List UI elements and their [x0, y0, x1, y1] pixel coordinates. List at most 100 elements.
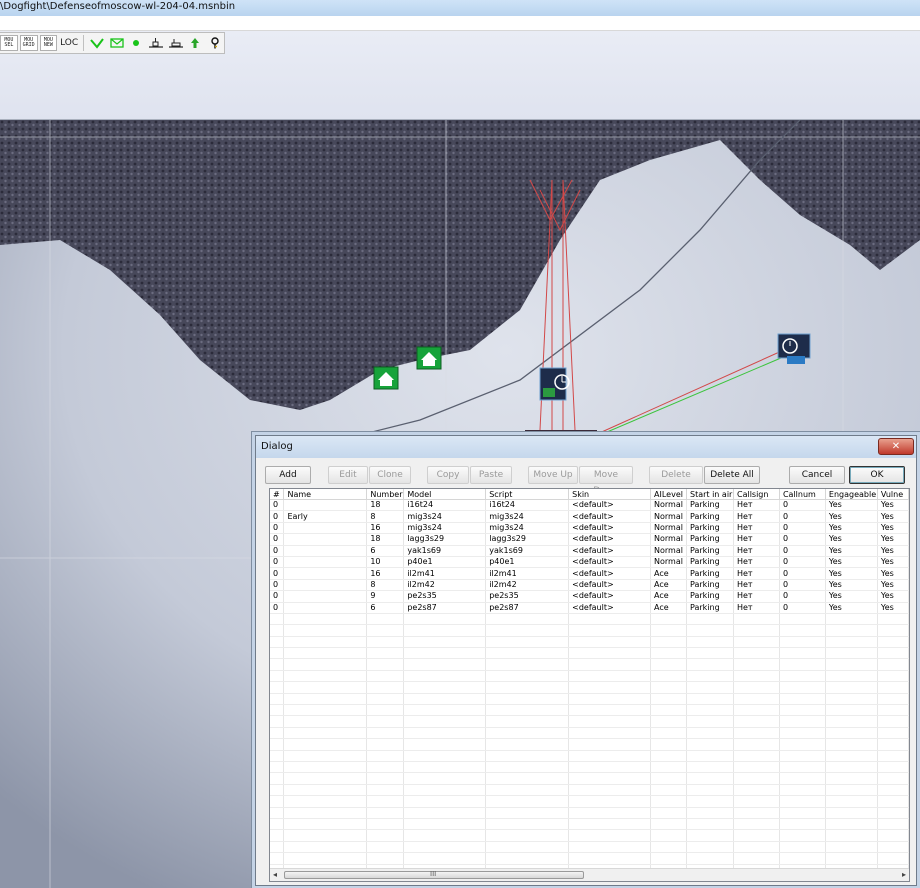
empty-cell	[283, 624, 368, 637]
empty-cell	[568, 852, 652, 865]
empty-cell	[366, 841, 405, 854]
move-down-button[interactable]: Move Down	[579, 466, 633, 496]
empty-cell	[366, 624, 405, 637]
empty-cell	[733, 658, 780, 671]
table-cell: Нет	[733, 579, 780, 592]
empty-cell	[366, 738, 405, 751]
empty-cell	[779, 624, 826, 637]
empty-row	[270, 807, 909, 819]
table-row[interactable]: 0 18 lagg3s29 lagg3s29 <default> Normal Parkin…	[270, 533, 909, 546]
copy-button[interactable]: Copy	[427, 466, 469, 484]
checkmark-icon[interactable]	[88, 35, 106, 51]
house-icon[interactable]	[416, 346, 442, 370]
horizontal-scrollbar[interactable]: ◂ III ▸	[270, 868, 909, 881]
table-cell: <default>	[568, 556, 652, 569]
table-cell: Yes	[825, 499, 878, 512]
delete-button[interactable]: Delete	[649, 466, 703, 484]
envelope-icon[interactable]	[108, 35, 126, 51]
empty-cell	[650, 772, 687, 785]
empty-cell	[877, 670, 909, 683]
loc-button[interactable]: LOC	[59, 35, 79, 51]
table-cell: p40e1	[485, 556, 570, 569]
table-row[interactable]: 0 6 yak1s69 yak1s69 <default> Normal Parking Не…	[270, 545, 909, 557]
empty-cell	[270, 807, 285, 819]
move-up-button[interactable]: Move Up	[528, 466, 578, 484]
table-cell: Yes	[825, 567, 878, 580]
paste-button[interactable]: Paste	[470, 466, 512, 484]
table-row[interactable]: 0 6 pe2s87 pe2s87 <default> Ace Parking Нет 0 Yes…	[270, 602, 909, 614]
mouse-new-button[interactable]: MOU NEW	[39, 35, 58, 51]
empty-cell	[650, 829, 687, 842]
table-cell: Ace	[650, 602, 687, 614]
clone-button[interactable]: Clone	[369, 466, 411, 484]
table-cell	[283, 579, 368, 592]
table-row[interactable]: 0 10 p40e1 p40e1 <default> Normal Parking Нет 0 Y…	[270, 556, 909, 569]
ground-object-icon[interactable]	[147, 35, 165, 51]
up-arrow-icon[interactable]	[187, 35, 205, 51]
table-row[interactable]: 0 16 il2m41 il2m41 <default> Ace Parking Нет 0 Ye…	[270, 567, 909, 580]
column-header[interactable]: Vulne	[877, 489, 909, 500]
empty-cell	[686, 841, 734, 854]
empty-cell	[485, 784, 570, 797]
empty-cell	[877, 807, 909, 819]
delete-all-button[interactable]: Delete All	[704, 466, 760, 484]
table-row[interactable]: 0 18 i16t24 i16t24 <default> Normal Parking Нет…	[270, 499, 909, 512]
column-header[interactable]: Callsign	[733, 489, 780, 500]
empty-cell	[270, 670, 285, 683]
empty-cell	[779, 636, 826, 649]
table-cell: <default>	[568, 499, 652, 512]
menu-strip	[0, 16, 920, 31]
mouse-select-label: MOU SEL	[4, 37, 14, 48]
empty-cell	[686, 750, 734, 763]
table-cell: Parking	[686, 499, 734, 512]
empty-cell	[403, 761, 487, 774]
scroll-right-icon[interactable]: ▸	[902, 870, 906, 879]
column-header[interactable]: Start in air	[686, 489, 734, 500]
empty-cell	[270, 829, 285, 842]
column-header[interactable]: #	[270, 489, 285, 500]
table-row[interactable]: 0 16 mig3s24 mig3s24 <default> Normal Parking Н…	[270, 522, 909, 535]
column-header[interactable]: AILevel	[650, 489, 687, 500]
column-header[interactable]: Script	[485, 489, 570, 500]
key-icon[interactable]	[206, 35, 224, 51]
house-icon[interactable]	[373, 366, 399, 390]
scroll-left-icon[interactable]: ◂	[273, 870, 277, 879]
table-cell: Parking	[686, 533, 734, 546]
empty-cell	[485, 624, 570, 637]
mouse-grid-button[interactable]: MOU GRID	[19, 35, 38, 51]
empty-cell	[877, 693, 909, 706]
ground-object-2-icon[interactable]	[167, 35, 185, 51]
green-dot-icon[interactable]	[127, 35, 145, 51]
column-header[interactable]: Name	[283, 489, 368, 500]
empty-cell	[366, 784, 405, 797]
empty-cell	[270, 693, 285, 706]
table-row[interactable]: 0 8 il2m42 il2m42 <default> Ace Parking Нет 0 Yes…	[270, 579, 909, 592]
empty-cell	[650, 647, 687, 660]
ok-button[interactable]: OK	[849, 466, 905, 484]
edit-button[interactable]: Edit	[328, 466, 368, 484]
scrollbar-thumb[interactable]: III	[284, 870, 584, 879]
airfield-marker-icon[interactable]	[539, 367, 570, 401]
table-row[interactable]: 0 9 pe2s35 pe2s35 <default> Ace Parking Нет 0 Yes…	[270, 590, 909, 603]
table-cell: p40e1	[403, 556, 487, 569]
column-header[interactable]: Number	[366, 489, 405, 500]
mouse-select-button[interactable]: MOU SEL	[0, 35, 18, 51]
cancel-button[interactable]: Cancel	[789, 466, 845, 484]
table-row[interactable]: 0 Early 8 mig3s24 mig3s24 <default> Normal Park…	[270, 510, 909, 523]
empty-cell	[270, 727, 285, 740]
table-cell: Yes	[825, 590, 878, 603]
empty-cell	[366, 715, 405, 728]
column-header[interactable]: Model	[403, 489, 487, 500]
empty-row	[270, 852, 909, 865]
column-header[interactable]: Callnum	[779, 489, 826, 500]
close-button[interactable]: ✕	[878, 438, 914, 455]
column-header[interactable]: Skin	[568, 489, 652, 500]
add-button[interactable]: Add	[265, 466, 311, 484]
column-header[interactable]: Engageable	[825, 489, 878, 500]
empty-cell	[733, 818, 780, 831]
table-cell: Parking	[686, 545, 734, 557]
table-cell	[283, 590, 368, 603]
empty-cell	[270, 681, 285, 694]
table-cell: Нет	[733, 533, 780, 546]
airgroup-table[interactable]: # Name Number Model Script Skin AILevel Start i…	[269, 488, 910, 882]
